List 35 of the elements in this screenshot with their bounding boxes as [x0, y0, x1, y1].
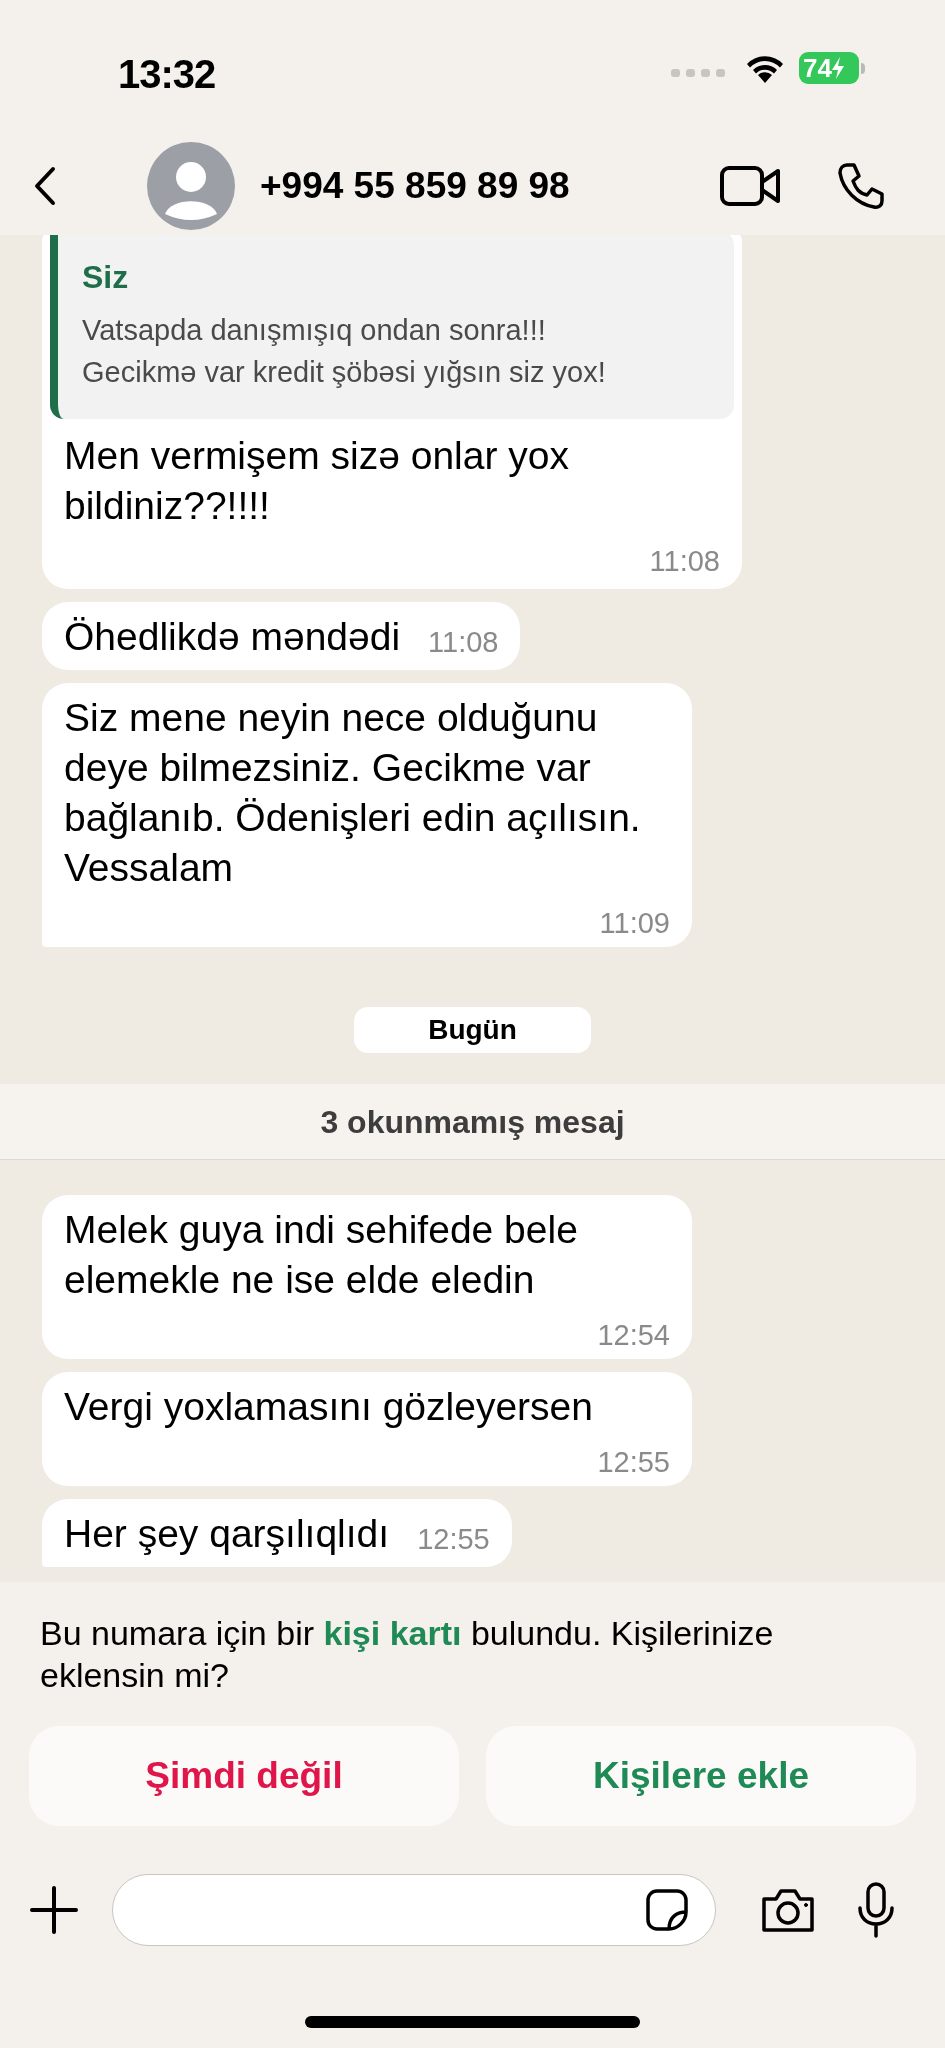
message-text: Siz mene neyin nece olduğunu deye bilmezsiniz. Gecikme var bağlanıb. Ödenişleri edin açılısın. Vessalam [64, 695, 642, 891]
message-text: Melek guya indi sehifede bele elemekle ne ise elde eledin [64, 1207, 579, 1303]
battery-indicator: 74 [799, 52, 865, 84]
plus-icon[interactable] [30, 1886, 78, 1934]
phone-icon[interactable] [837, 162, 885, 210]
charging-icon [831, 57, 844, 79]
add-contact-button[interactable]: Kişilere ekle [486, 1726, 916, 1826]
contact-card-notice: Bu numara için bir kişi kartı bulundu. Kişilerinize eklensin mi? [40, 1613, 775, 1696]
message-text: Men vermişem sizə onlar yox bildiniz??!!!! [64, 433, 570, 529]
quoted-message[interactable]: Siz Vatsapda danışmışıq ondan sonra!!! Gecikmə var kredit şöbəsi yığsın siz yox! [50, 235, 734, 419]
quote-text: Vatsapda danışmışıq ondan sonra!!! [82, 313, 547, 348]
message-time: 11:08 [649, 545, 720, 577]
message-text: Öhedlikdə məndədi [64, 614, 401, 660]
camera-icon[interactable] [760, 1887, 816, 1933]
microphone-icon[interactable] [856, 1882, 896, 1938]
message-time: 11:09 [599, 907, 670, 939]
contact-card-link[interactable]: kişi kartı [323, 1614, 462, 1652]
unread-label: 3 okunmamış mesaj [320, 1102, 625, 1142]
wifi-icon [745, 53, 785, 83]
message-time: 12:55 [417, 1523, 490, 1555]
quote-author: Siz [82, 258, 130, 297]
sticker-icon[interactable] [645, 1888, 689, 1932]
message-time: 12:55 [597, 1446, 670, 1478]
video-call-icon[interactable] [720, 165, 782, 207]
date-chip: Bugün [354, 1007, 591, 1053]
quote-text: Gecikmə var kredit şöbəsi yığsın siz yox! [82, 355, 607, 390]
message-text: Her şey qarşılıqlıdı [64, 1511, 390, 1557]
contact-name[interactable]: +994 55 859 89 98 [260, 158, 720, 214]
message-time: 12:54 [597, 1319, 670, 1351]
status-time: 13:32 [118, 51, 216, 98]
back-icon [34, 166, 56, 206]
message-time: 11:08 [428, 626, 499, 658]
not-now-button[interactable]: Şimdi değil [29, 1726, 459, 1826]
avatar-icon[interactable] [147, 142, 235, 230]
message-text: Vergi yoxlamasını gözleyersen [64, 1384, 593, 1430]
